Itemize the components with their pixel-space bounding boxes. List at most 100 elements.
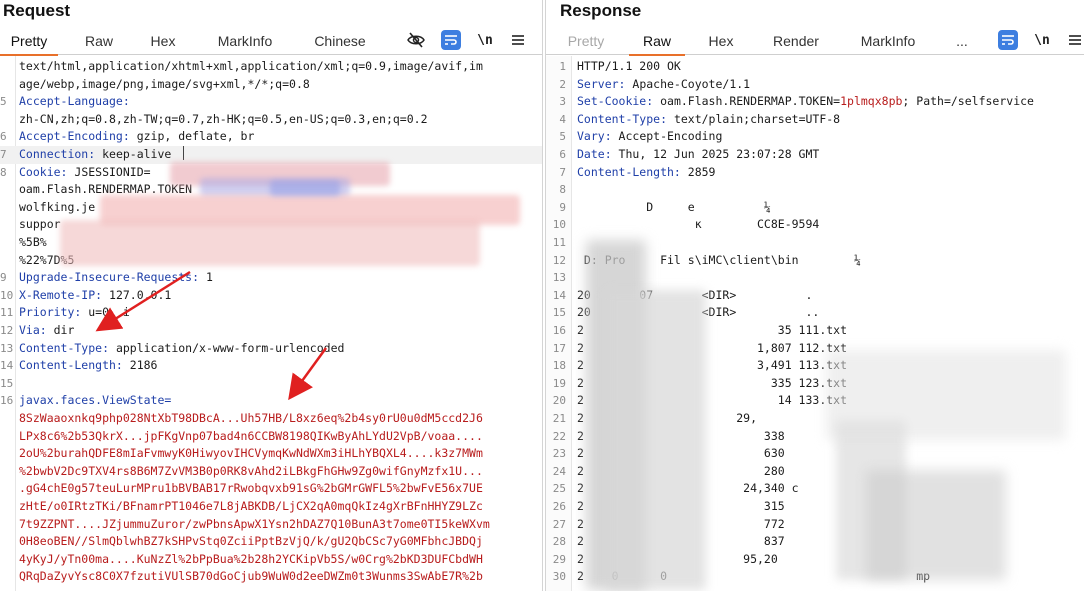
line-number: 7 [0,148,7,161]
line-number: 30 [552,570,566,584]
line-number: 15 [552,306,566,320]
line-text: Priority: u=0, i [19,304,130,322]
line-number: 9 [0,271,7,285]
line-text: javax.faces.ViewState= [19,392,171,410]
body-value: 0H8eoBEN//SlmQblwhBZ7kSHPvStq0ZciiPptBzV… [19,534,483,549]
line-number: 5 [559,130,566,144]
request-line: zh-CN,zh;q=0.8,zh-TW;q=0.7,zh-HK;q=0.5,e… [0,111,542,129]
line-number: 17 [552,341,566,355]
request-line: 15 [0,375,542,393]
line-number: 7 [559,165,566,179]
cookie-path: ; Path=/selfservice [902,94,1034,109]
response-tab-render[interactable]: Render [766,28,826,55]
request-line: 16 javax.faces.ViewState= [0,392,542,410]
header-key: Accept-Language: [19,94,130,109]
line-number: 8 [559,183,566,197]
line-number: 6 [0,130,7,144]
header-value: JSESSIONID= [67,164,151,179]
line-number: 13 [552,271,566,285]
line-text: к CC8E-9594 [577,216,820,234]
line-number: 24 [552,464,566,478]
line-number: 9 [559,200,566,214]
request-line: 9 Upgrade-Insecure-Requests: 1 [0,269,542,287]
header-key: Date: [577,147,612,161]
line-number: 10 [0,288,14,302]
response-line: 1 HTTP/1.1 200 OK [546,58,1084,76]
request-title: Request [3,1,71,20]
request-line: 7 Connection: keep-alive [0,146,542,164]
line-text: Content-Type: application/x-www-form-url… [19,340,344,358]
line-text: Cookie: JSESSIONID= [19,164,151,182]
line-number: 21 [552,412,566,425]
response-line: 2 Server: Apache-Coyote/1.1 [546,76,1084,94]
header-key: Content-Type: [577,111,668,126]
header-key: Upgrade-Insecure-Requests: [19,270,200,285]
word-wrap-icon[interactable] [998,30,1018,50]
request-tab-pretty[interactable]: Pretty [0,28,58,56]
line-text: 4yKyJ/yTn00ma....KuNzZl%2bPpBua%2b28h2YC… [19,551,483,569]
header-value: Accept-Encoding [611,129,723,144]
redaction-blur [60,220,480,266]
request-line: 12 Via: dir [0,322,542,340]
line-text: suppor [19,216,61,234]
request-tab-chinese[interactable]: Chinese [308,28,372,55]
request-tab-markinfo[interactable]: MarkInfo [208,28,282,55]
header-value: 2859 [680,164,716,179]
redaction-blur [270,180,340,196]
header-value: application/x-www-form-urlencoded [109,340,345,355]
line-number: 25 [552,482,566,496]
response-tab-raw[interactable]: Raw [629,28,685,56]
eye-off-icon[interactable] [406,30,426,50]
request-tab-hex[interactable]: Hex [144,28,182,55]
line-text: .gG4chE0g57teuLurMPru1bBVBAB17rRwobqvxb9… [19,480,483,498]
header-value: Apache-Coyote/1.1 [625,76,751,91]
header-value: HTTP/1.1 200 OK [577,59,681,73]
response-tab-pretty: Pretty [567,33,605,49]
line-number: 14 [0,359,14,373]
menu-icon[interactable] [1065,30,1084,50]
word-wrap-icon[interactable] [441,30,461,50]
header-value: suppor [19,217,61,232]
request-editor[interactable]: text/html,application/xhtml+xml,applicat… [0,56,542,591]
request-pane: Request Pretty Raw Hex MarkInfo Chinese … [0,0,543,591]
line-text: 2oU%2burahQDFE8mIaFvmwyK0HiwyovIHCVymqKw… [19,445,483,463]
line-text: %5B% [19,234,47,252]
line-text: text/html,application/xhtml+xml,applicat… [19,58,483,76]
request-line: age/webp,image/png,image/svg+xml,*/*;q=0… [0,76,542,94]
response-pane: Response Pretty Raw Hex Render MarkInfo … [545,0,1084,591]
line-number: 13 [0,341,14,355]
line-text: X-Remote-IP: 127.0.0.1 [19,287,171,305]
request-tab-raw[interactable]: Raw [78,28,120,55]
request-line: 5 Accept-Language: [0,93,542,111]
menu-icon[interactable] [508,30,528,50]
response-tab-hex[interactable]: Hex [702,28,740,55]
header-key: Vary: [577,129,612,144]
line-text: Vary: Accept-Encoding [577,128,722,146]
request-line: 0H8eoBEN//SlmQblwhBZ7kSHPvStq0ZciiPptBzV… [0,533,542,551]
line-number: 8 [0,165,7,179]
line-number: 6 [559,148,566,161]
line-number: 11 [0,306,14,320]
line-number: 22 [552,429,566,443]
header-value: wolfking.je [19,199,96,214]
line-number: 16 [552,324,566,337]
request-line: 6 Accept-Encoding: gzip, deflate, br [0,128,542,146]
response-tab-more[interactable]: ... [950,28,974,55]
request-line: LPx8c6%2b53QkrX...jpFKgVnp07bad4n6CCBW81… [0,428,542,446]
header-key: X-Remote-IP: [19,287,103,302]
line-number: 28 [552,535,566,549]
line-text: %2bwbV2Dc9TXV4rs8B6M7ZvVM3B0p0RK8vAhd2iL… [19,463,483,481]
body-value: %2bwbV2Dc9TXV4rs8B6M7ZvVM3B0p0RK8vAhd2iL… [19,463,483,478]
header-key: Content-Type: [19,340,110,355]
header-key: Server: [577,76,626,91]
request-line: 14 Content-Length: 2186 [0,357,542,375]
request-line: 8SzWaaoxnkq9php028NtXbT98DBcA...Uh57HB/L… [0,410,542,428]
line-number: 2 [559,77,566,91]
request-line: zHtE/o0IRtzTKi/BFnamrPT1046e7L8jABKDB/Lj… [0,498,542,516]
cookie-value: 1plmqx8pb [840,94,903,109]
newline-label: \n [1034,32,1050,48]
newline-icon[interactable]: \n [1032,30,1052,50]
newline-icon[interactable]: \n [475,30,495,50]
response-tab-markinfo[interactable]: MarkInfo [851,28,925,55]
header-key: Content-Length: [19,358,123,373]
